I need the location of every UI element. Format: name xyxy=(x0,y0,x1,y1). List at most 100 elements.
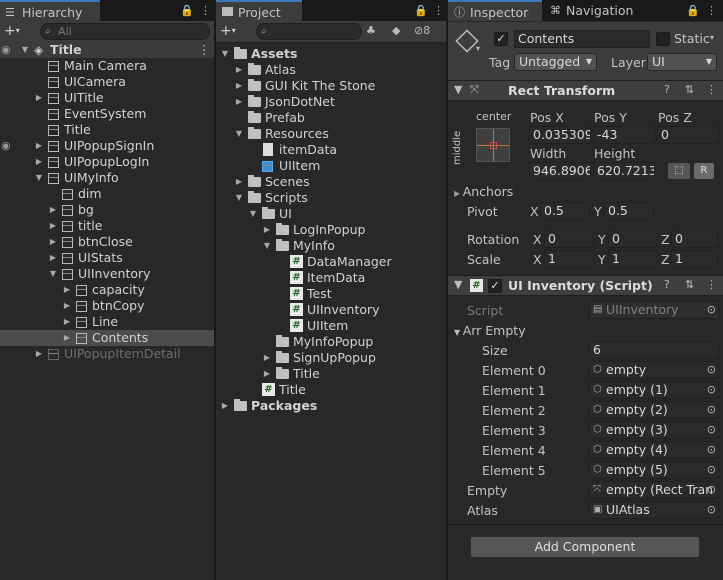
kebab-menu-icon[interactable]: ⋮ xyxy=(706,4,717,17)
hierarchy-item[interactable]: ▶ UIPopupLogIn xyxy=(0,154,214,170)
hierarchy-item[interactable]: ◉ ▶ UIPopupSignIn xyxy=(0,138,214,154)
chevron-right-icon[interactable]: ▶ xyxy=(262,350,272,366)
blueprint-mode-button[interactable]: ⬚ xyxy=(667,162,691,180)
hierarchy-item[interactable]: ▶ Line xyxy=(0,314,214,330)
project-item[interactable]: ▶ SignUpPopup xyxy=(216,350,446,366)
pos-z-field[interactable]: 0 xyxy=(657,126,719,144)
scale-y-field[interactable]: 1 xyxy=(608,250,658,268)
component-enabled-checkbox[interactable]: ✓ xyxy=(488,279,502,293)
tab-inspector[interactable]: ⓘ Inspector xyxy=(448,0,542,21)
project-item[interactable]: ▶ Scenes xyxy=(216,174,446,190)
hierarchy-item[interactable]: ▶ bg xyxy=(0,202,214,218)
help-icon[interactable]: ? xyxy=(664,278,670,291)
atlas-field[interactable]: ▣ UIAtlas ⊙ xyxy=(589,501,719,519)
element-field[interactable]: ⬡ empty (4) ⊙ xyxy=(589,441,719,459)
hierarchy-item[interactable]: ▶ btnClose xyxy=(0,234,214,250)
project-item[interactable]: ▶ Packages xyxy=(216,398,446,414)
visibility-icon[interactable]: ◉ xyxy=(1,138,11,154)
scale-z-field[interactable]: 1 xyxy=(671,250,718,268)
project-item[interactable]: # UIInventory xyxy=(216,302,446,318)
object-picker-icon[interactable]: ⊙ xyxy=(707,442,716,458)
chevron-right-icon[interactable]: ▶ xyxy=(234,94,244,110)
chevron-right-icon[interactable]: ▶ xyxy=(34,90,44,106)
project-item[interactable]: # UIItem xyxy=(216,318,446,334)
object-picker-icon[interactable]: ⊙ xyxy=(707,402,716,418)
rotation-y-field[interactable]: 0 xyxy=(608,230,658,248)
chevron-down-icon[interactable]: ▾ xyxy=(710,33,714,42)
hierarchy-search-input[interactable]: ⌕ All xyxy=(40,23,210,40)
project-item[interactable]: itemData xyxy=(216,142,446,158)
project-item[interactable]: ▼ Scripts xyxy=(216,190,446,206)
chevron-down-icon[interactable]: ▼ xyxy=(248,206,258,222)
chevron-right-icon[interactable]: ▶ xyxy=(234,62,244,78)
chevron-right-icon[interactable]: ▶ xyxy=(262,222,272,238)
rotation-z-field[interactable]: 0 xyxy=(671,230,718,248)
layer-dropdown[interactable]: UI ▼ xyxy=(647,53,717,71)
empty-field[interactable]: ⤧ empty (Rect Tran ⊙ xyxy=(589,481,719,499)
rotation-x-field[interactable]: 0 xyxy=(544,230,594,248)
chevron-right-icon[interactable]: ▶ xyxy=(34,154,44,170)
project-item[interactable]: # DataManager xyxy=(216,254,446,270)
hierarchy-item[interactable]: Main Camera xyxy=(0,58,214,74)
object-picker-icon[interactable]: ⊙ xyxy=(707,482,716,498)
rect-transform-header[interactable]: ▼ ⤧ Rect Transform ? ⇅ ⋮ xyxy=(448,80,723,101)
hierarchy-item[interactable]: ▶ capacity xyxy=(0,282,214,298)
project-item[interactable]: UIItem xyxy=(216,158,446,174)
project-item[interactable]: MyInfoPopup xyxy=(216,334,446,350)
lock-icon[interactable]: 🔒 xyxy=(414,4,428,17)
kebab-menu-icon[interactable]: ⋮ xyxy=(706,278,717,291)
tab-hierarchy[interactable]: ☰ Hierarchy xyxy=(0,0,100,21)
kebab-menu-icon[interactable]: ⋮ xyxy=(198,42,211,58)
chevron-down-icon[interactable]: ▼ xyxy=(234,126,244,142)
object-picker-icon[interactable]: ⊙ xyxy=(707,382,716,398)
element-field[interactable]: ⬡ empty (3) ⊙ xyxy=(589,421,719,439)
chevron-right-icon[interactable]: ▶ xyxy=(234,174,244,190)
hierarchy-item[interactable]: ▶ UIStats xyxy=(0,250,214,266)
element-field[interactable]: ⬡ empty ⊙ xyxy=(589,361,719,379)
element-field[interactable]: ⬡ empty (5) ⊙ xyxy=(589,461,719,479)
height-field[interactable]: 620.7213 xyxy=(593,162,655,180)
project-item[interactable]: ▼ UI xyxy=(216,206,446,222)
chevron-down-icon[interactable]: ▾ xyxy=(476,44,480,53)
project-item[interactable]: ▼ Resources xyxy=(216,126,446,142)
tag-dropdown[interactable]: Untagged ▼ xyxy=(514,53,597,71)
static-checkbox[interactable] xyxy=(656,32,670,46)
project-item[interactable]: ▶ Title xyxy=(216,366,446,382)
chevron-right-icon[interactable]: ▶ xyxy=(234,78,244,94)
anchors-row[interactable]: ▶ Anchors xyxy=(454,184,513,199)
chevron-right-icon[interactable]: ▶ xyxy=(62,314,72,330)
chevron-right-icon[interactable]: ▶ xyxy=(34,138,44,154)
hierarchy-item[interactable]: ◉ ▼ ◈ Title ⋮ xyxy=(0,42,214,58)
hierarchy-item[interactable]: ▶ title xyxy=(0,218,214,234)
visibility-icon[interactable]: ◉ xyxy=(1,42,11,58)
help-icon[interactable]: ? xyxy=(664,83,670,96)
project-item[interactable]: # ItemData xyxy=(216,270,446,286)
element-field[interactable]: ⬡ empty (2) ⊙ xyxy=(589,401,719,419)
project-item[interactable]: Prefab xyxy=(216,110,446,126)
size-field[interactable]: 6 xyxy=(589,341,719,359)
project-item[interactable]: # Title xyxy=(216,382,446,398)
project-item[interactable]: # Test xyxy=(216,286,446,302)
pivot-x-field[interactable]: 0.5 xyxy=(540,202,590,220)
create-button[interactable]: +▾ xyxy=(4,23,34,40)
script-component-header[interactable]: ▼ # ✓ UI Inventory (Script) ? ⇅ ⋮ xyxy=(448,275,723,296)
pos-y-field[interactable]: -43 xyxy=(593,126,655,144)
lock-icon[interactable]: 🔒 xyxy=(180,4,194,17)
project-item[interactable]: ▶ JsonDotNet xyxy=(216,94,446,110)
preset-icon[interactable]: ⇅ xyxy=(685,83,694,96)
kebab-menu-icon[interactable]: ⋮ xyxy=(200,4,211,17)
filter-type-icon[interactable]: ♣ xyxy=(366,24,376,37)
kebab-menu-icon[interactable]: ⋮ xyxy=(706,83,717,96)
tab-project[interactable]: Project xyxy=(216,0,302,21)
project-item[interactable]: ▶ Atlas xyxy=(216,62,446,78)
project-search-input[interactable]: ⌕ xyxy=(256,23,362,40)
chevron-right-icon[interactable]: ▶ xyxy=(48,202,58,218)
project-item[interactable]: ▶ LogInPopup xyxy=(216,222,446,238)
create-button[interactable]: +▾ xyxy=(220,23,250,40)
chevron-down-icon[interactable]: ▼ xyxy=(20,42,30,58)
hierarchy-item[interactable]: ▶ Contents xyxy=(0,330,214,346)
object-picker-icon[interactable]: ⊙ xyxy=(707,422,716,438)
hierarchy-item[interactable]: ▶ UITitle xyxy=(0,90,214,106)
chevron-right-icon[interactable]: ▶ xyxy=(48,250,58,266)
active-checkbox[interactable]: ✓ xyxy=(494,32,508,46)
